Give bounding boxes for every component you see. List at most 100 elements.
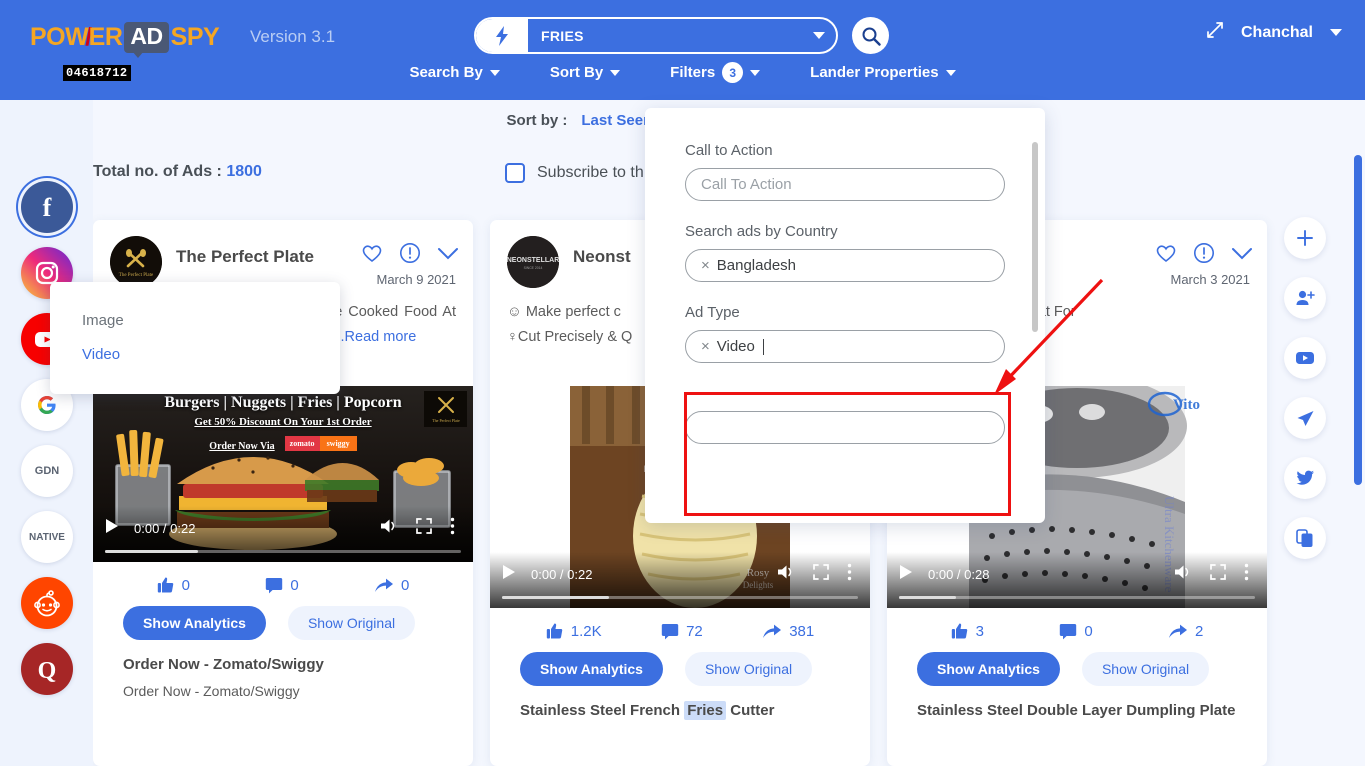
video-progress-bar[interactable]: [105, 550, 461, 553]
volume-icon[interactable]: [777, 564, 795, 585]
show-analytics-button[interactable]: Show Analytics: [520, 652, 663, 686]
youtube-tutorial-button[interactable]: [1284, 337, 1326, 379]
platform-sidebar: f GDN NATIVE Q: [0, 100, 93, 766]
info-icon[interactable]: [399, 242, 421, 269]
page-scrollbar-thumb[interactable]: [1354, 155, 1362, 485]
chevron-down-icon[interactable]: [1329, 24, 1343, 42]
show-analytics-button[interactable]: Show Analytics: [123, 606, 266, 640]
heart-icon[interactable]: [1155, 243, 1177, 268]
show-original-button[interactable]: Show Original: [1081, 652, 1210, 686]
nav-sort-by[interactable]: Sort By: [549, 62, 621, 83]
heart-icon[interactable]: [361, 243, 383, 268]
lightning-bolt-icon[interactable]: [476, 19, 528, 52]
suggestion-image[interactable]: Image: [82, 304, 340, 338]
logo-text-er: ER: [88, 23, 123, 51]
filter-panel-scrollbar[interactable]: [1032, 142, 1038, 332]
expand-arrows-icon[interactable]: [1205, 20, 1225, 45]
show-original-button[interactable]: Show Original: [684, 652, 813, 686]
sort-by-label: Sort by :: [506, 112, 568, 129]
suggestion-video[interactable]: Video: [82, 338, 340, 372]
fullscreen-icon[interactable]: [416, 517, 432, 539]
subscribe-checkbox[interactable]: [505, 163, 525, 183]
add-user-button[interactable]: [1284, 277, 1326, 319]
video-progress-bar[interactable]: [899, 596, 1255, 599]
chevron-down-icon[interactable]: [437, 247, 459, 265]
add-new-button[interactable]: [1284, 217, 1326, 259]
app-logo[interactable]: POW / ER AD SPY: [30, 22, 220, 58]
subscribe-row[interactable]: Subscribe to th: [505, 163, 644, 183]
chevron-down-icon[interactable]: [802, 31, 836, 40]
call-to-action-group: Call to Action Call To Action: [685, 142, 1005, 201]
sidebar-item-gdn[interactable]: GDN: [21, 445, 73, 497]
ad-video-player[interactable]: Burgers | Nuggets | Fries | Popcorn Get …: [93, 386, 473, 562]
sidebar-item-reddit[interactable]: [21, 577, 73, 629]
ad-card-title: Order Now - Zomato/Swiggy: [123, 656, 324, 673]
nav-search-by[interactable]: Search By: [409, 62, 500, 83]
swiggy-logo: swiggy: [319, 435, 357, 451]
fullscreen-icon[interactable]: [1210, 563, 1226, 585]
nav-lander-properties[interactable]: Lander Properties: [810, 62, 956, 83]
facebook-icon: f: [43, 193, 52, 222]
video-progress-bar[interactable]: [502, 596, 858, 599]
search-input[interactable]: FRIES: [528, 28, 802, 44]
play-icon[interactable]: [899, 564, 913, 585]
play-icon[interactable]: [502, 564, 516, 585]
info-icon[interactable]: [1193, 242, 1215, 269]
svg-text:The Perfect Plate: The Perfect Plate: [432, 418, 460, 423]
show-original-button[interactable]: Show Original: [287, 606, 416, 640]
more-options-icon[interactable]: [847, 563, 852, 586]
search-bar[interactable]: FRIES: [474, 17, 838, 54]
ad-engagement-stats: 1.2K 72 381: [490, 608, 870, 640]
copy-button[interactable]: [1284, 517, 1326, 559]
filters-dropdown-panel[interactable]: Call to Action Call To Action Search ads…: [645, 108, 1045, 523]
video-controls: 0:00 / 0:28: [887, 552, 1267, 608]
sidebar-item-native[interactable]: NATIVE: [21, 511, 73, 563]
ad-type-suggestions-dropdown[interactable]: Image Video: [50, 282, 340, 394]
next-filter-input[interactable]: [685, 411, 1005, 444]
svg-text:Vito: Vito: [1173, 397, 1200, 413]
ad-type-input[interactable]: × Video: [685, 330, 1005, 363]
volume-icon[interactable]: [1174, 564, 1192, 585]
chevron-down-icon[interactable]: [1231, 247, 1253, 265]
next-filter-group: [685, 385, 1005, 444]
shares-stat: 381: [762, 622, 814, 640]
avatar: The Perfect Plate: [110, 236, 162, 288]
shares-count: 381: [789, 622, 815, 640]
country-input[interactable]: × Bangladesh: [685, 249, 1005, 282]
call-to-action-input[interactable]: Call To Action: [685, 168, 1005, 201]
advertiser-watermark: The Perfect Plate: [424, 391, 467, 427]
fullscreen-icon[interactable]: [813, 563, 829, 585]
call-to-action-placeholder: Call To Action: [701, 176, 792, 193]
remove-country-tag-icon[interactable]: ×: [701, 257, 710, 274]
comments-count: 72: [686, 622, 703, 640]
play-icon[interactable]: [105, 518, 119, 539]
sort-by-value[interactable]: Last Seen: [581, 112, 652, 129]
ad-card-title-post: Cutter: [726, 702, 775, 719]
ad-card-actions: [361, 242, 459, 269]
more-options-icon[interactable]: [1244, 563, 1249, 586]
remove-ad-type-tag-icon[interactable]: ×: [701, 338, 710, 355]
sidebar-item-facebook[interactable]: f: [21, 181, 73, 233]
nav-sort-by-label: Sort By: [549, 64, 604, 81]
nav-filters[interactable]: Filters 3: [670, 62, 761, 83]
twitter-button[interactable]: [1284, 457, 1326, 499]
more-options-icon[interactable]: [450, 517, 455, 540]
share-icon: [763, 624, 782, 638]
svg-text:SINCE 2014: SINCE 2014: [524, 266, 543, 270]
sidebar-item-quora[interactable]: Q: [21, 643, 73, 695]
send-message-button[interactable]: [1284, 397, 1326, 439]
show-analytics-button[interactable]: Show Analytics: [917, 652, 1060, 686]
share-icon: [374, 578, 393, 592]
svg-text:The Perfect Plate: The Perfect Plate: [119, 273, 154, 278]
add-user-icon: [1296, 290, 1315, 305]
ad-card-title: Stainless Steel Double Layer Dumpling Pl…: [917, 702, 1236, 719]
volume-icon[interactable]: [380, 518, 398, 539]
comment-icon: [266, 577, 283, 593]
google-icon: [38, 396, 56, 414]
user-menu[interactable]: Chanchal: [1205, 20, 1343, 45]
next-filter-label: [685, 385, 1005, 402]
ad-type-group: Ad Type × Video: [685, 304, 1005, 363]
total-ads-row: Total no. of Ads : 1800: [93, 163, 262, 181]
search-button[interactable]: [852, 17, 889, 54]
svg-text:Q: Q: [38, 658, 57, 684]
